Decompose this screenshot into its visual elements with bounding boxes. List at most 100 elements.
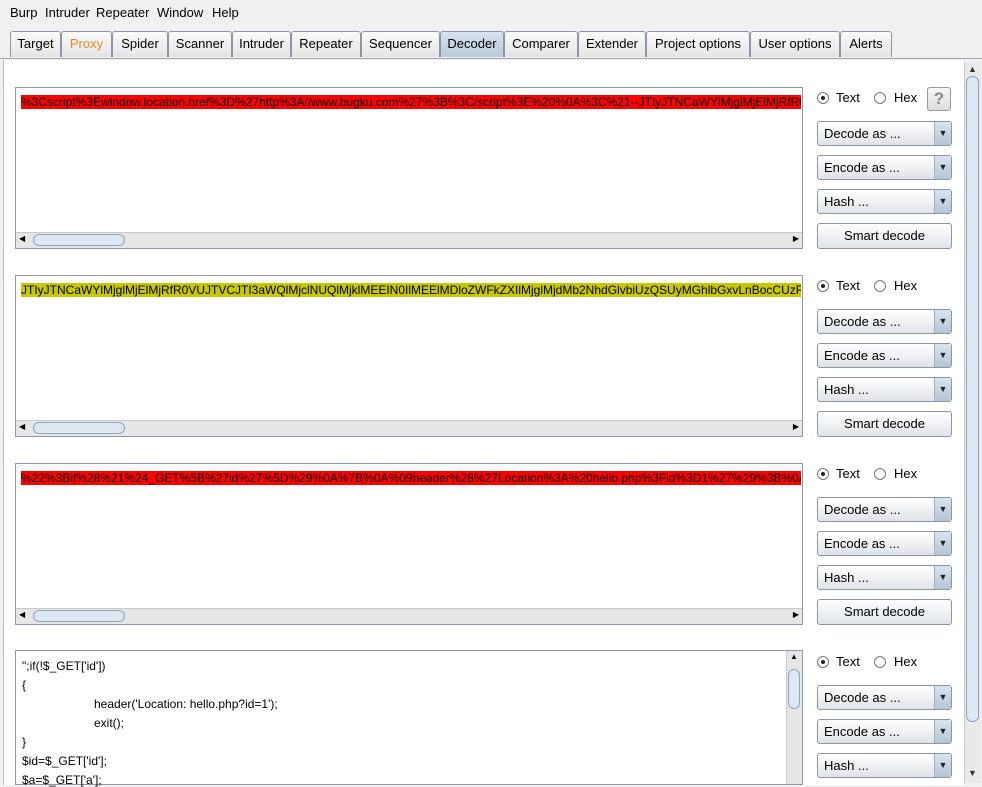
panel-2-text[interactable]: JTIyJTNCaWYlMjglMjElMjRfR0VUJTVCJTI3aWQl…: [21, 282, 801, 298]
code-text: exit();: [94, 716, 124, 730]
chevron-down-icon: ▼: [934, 344, 951, 367]
decode-as-dropdown[interactable]: Decode as ... ▼: [817, 309, 952, 334]
code-line: exit();: [38, 716, 124, 730]
radio-off-icon[interactable]: [874, 656, 886, 668]
scroll-left-icon[interactable]: ◀: [19, 610, 25, 619]
scroll-right-icon[interactable]: ▶: [793, 234, 799, 243]
panel-2-hscroll[interactable]: ◀ ▶: [16, 420, 802, 436]
hash-label: Hash ...: [824, 382, 869, 397]
hscroll-thumb[interactable]: [33, 610, 125, 622]
hash-dropdown[interactable]: Hash ... ▼: [817, 377, 952, 402]
page-scrollbar[interactable]: ▲ ▼: [964, 62, 981, 783]
radio-off-icon[interactable]: [874, 468, 886, 480]
tab-target[interactable]: Target: [10, 31, 61, 57]
tab-scanner[interactable]: Scanner: [168, 31, 232, 57]
menu-repeater[interactable]: Repeater: [96, 5, 149, 20]
panel-3-hscroll[interactable]: ◀ ▶: [16, 608, 802, 624]
code-line: $id=$_GET['id'];: [22, 754, 107, 768]
radio-on-icon[interactable]: [817, 92, 829, 104]
scrollbar-thumb[interactable]: [966, 76, 979, 722]
menu-burp[interactable]: Burp: [10, 5, 37, 20]
text-radio-label: Text: [836, 90, 860, 105]
tab-comparer[interactable]: Comparer: [504, 31, 578, 57]
scroll-right-icon[interactable]: ▶: [793, 422, 799, 431]
panel-3-selection: %22%3Bif%28%21%24_GET%5B%27id%27%5D%29%0…: [21, 471, 801, 485]
scroll-up-icon[interactable]: ▲: [968, 64, 977, 74]
scroll-right-icon[interactable]: ▶: [793, 610, 799, 619]
encode-as-label: Encode as ...: [824, 724, 900, 739]
tab-spider[interactable]: Spider: [112, 31, 168, 57]
radio-on-icon[interactable]: [817, 656, 829, 668]
chevron-down-icon: ▼: [934, 566, 951, 589]
tab-intruder[interactable]: Intruder: [232, 31, 291, 57]
scroll-down-icon[interactable]: ▼: [968, 768, 977, 778]
text-radio-label: Text: [836, 654, 860, 669]
decode-as-dropdown[interactable]: Decode as ... ▼: [817, 497, 952, 522]
panel-1-text[interactable]: %3Cscript%3Ewindow.location.href%3D%27ht…: [21, 94, 801, 110]
code-text: header('Location: hello.php?id=1');: [94, 697, 278, 711]
decoder-panel-2[interactable]: JTIyJTNCaWYlMjglMjElMjRfR0VUJTVCJTI3aWQl…: [15, 275, 803, 437]
decode-as-label: Decode as ...: [824, 690, 901, 705]
hash-dropdown[interactable]: Hash ... ▼: [817, 565, 952, 590]
smart-decode-button[interactable]: Smart decode: [817, 599, 952, 625]
code-line: {: [22, 678, 27, 692]
radio-on-icon[interactable]: [817, 280, 829, 292]
hash-label: Hash ...: [824, 570, 869, 585]
radio-off-icon[interactable]: [874, 92, 886, 104]
smart-decode-button[interactable]: Smart decode: [817, 223, 952, 249]
menu-intruder[interactable]: Intruder: [45, 5, 90, 20]
encode-as-dropdown[interactable]: Encode as ... ▼: [817, 719, 952, 744]
panel-4-vscroll[interactable]: ▲: [786, 651, 802, 784]
encode-as-dropdown[interactable]: Encode as ... ▼: [817, 531, 952, 556]
panel-2-selection: JTIyJTNCaWYlMjglMjElMjRfR0VUJTVCJTI3aWQl…: [21, 283, 801, 297]
encode-as-label: Encode as ...: [824, 160, 900, 175]
panel-4-controls: Text Hex Decode as ... ▼ Encode as ... ▼ H…: [817, 651, 952, 785]
tab-project-options[interactable]: Project options: [646, 31, 750, 57]
decode-as-dropdown[interactable]: Decode as ... ▼: [817, 685, 952, 710]
radio-on-icon[interactable]: [817, 468, 829, 480]
chevron-down-icon: ▼: [934, 754, 951, 777]
hash-dropdown[interactable]: Hash ... ▼: [817, 753, 952, 778]
decode-as-dropdown[interactable]: Decode as ... ▼: [817, 121, 952, 146]
tab-extender[interactable]: Extender: [578, 31, 646, 57]
menu-bar: Burp Intruder Repeater Window Help: [0, 0, 982, 26]
main-tab-bar: Target Proxy Spider Scanner Intruder Rep…: [0, 27, 982, 59]
tab-decoder[interactable]: Decoder: [440, 31, 504, 57]
panel-1-hscroll[interactable]: ◀ ▶: [16, 232, 802, 248]
hash-dropdown[interactable]: Hash ... ▼: [817, 189, 952, 214]
smart-decode-button[interactable]: Smart decode: [817, 411, 952, 437]
menu-help[interactable]: Help: [212, 5, 239, 20]
decoder-panel-4[interactable]: ";if(!$_GET['id']) { header('Location: h…: [15, 650, 803, 787]
decoder-panel-1[interactable]: %3Cscript%3Ewindow.location.href%3D%27ht…: [15, 87, 803, 249]
tab-proxy[interactable]: Proxy: [61, 31, 112, 57]
tab-alerts[interactable]: Alerts: [840, 31, 892, 57]
code-line: }: [22, 735, 27, 749]
decode-as-label: Decode as ...: [824, 502, 901, 517]
help-button[interactable]: ?: [927, 87, 951, 111]
radio-off-icon[interactable]: [874, 280, 886, 292]
vscroll-thumb[interactable]: [788, 669, 800, 709]
scroll-left-icon[interactable]: ◀: [19, 234, 25, 243]
hex-radio-label: Hex: [894, 278, 918, 293]
tab-sequencer[interactable]: Sequencer: [361, 31, 440, 57]
encode-as-label: Encode as ...: [824, 348, 900, 363]
tab-user-options[interactable]: User options: [750, 31, 840, 57]
chevron-down-icon: ▼: [934, 190, 951, 213]
hex-radio-label: Hex: [894, 466, 918, 481]
scroll-up-icon[interactable]: ▲: [790, 652, 798, 661]
chevron-down-icon: ▼: [934, 378, 951, 401]
menu-window[interactable]: Window: [157, 5, 203, 20]
hscroll-thumb[interactable]: [33, 234, 125, 246]
chevron-down-icon: ▼: [934, 156, 951, 179]
hscroll-thumb[interactable]: [33, 422, 125, 434]
text-radio-label: Text: [836, 278, 860, 293]
tab-repeater[interactable]: Repeater: [291, 31, 361, 57]
text-radio-label: Text: [836, 466, 860, 481]
scroll-left-icon[interactable]: ◀: [19, 422, 25, 431]
hex-radio-label: Hex: [894, 90, 918, 105]
encode-as-dropdown[interactable]: Encode as ... ▼: [817, 155, 952, 180]
panel-3-text[interactable]: %22%3Bif%28%21%24_GET%5B%27id%27%5D%29%0…: [21, 470, 801, 486]
encode-as-dropdown[interactable]: Encode as ... ▼: [817, 343, 952, 368]
decode-as-label: Decode as ...: [824, 314, 901, 329]
decoder-panel-3[interactable]: %22%3Bif%28%21%24_GET%5B%27id%27%5D%29%0…: [15, 463, 803, 625]
